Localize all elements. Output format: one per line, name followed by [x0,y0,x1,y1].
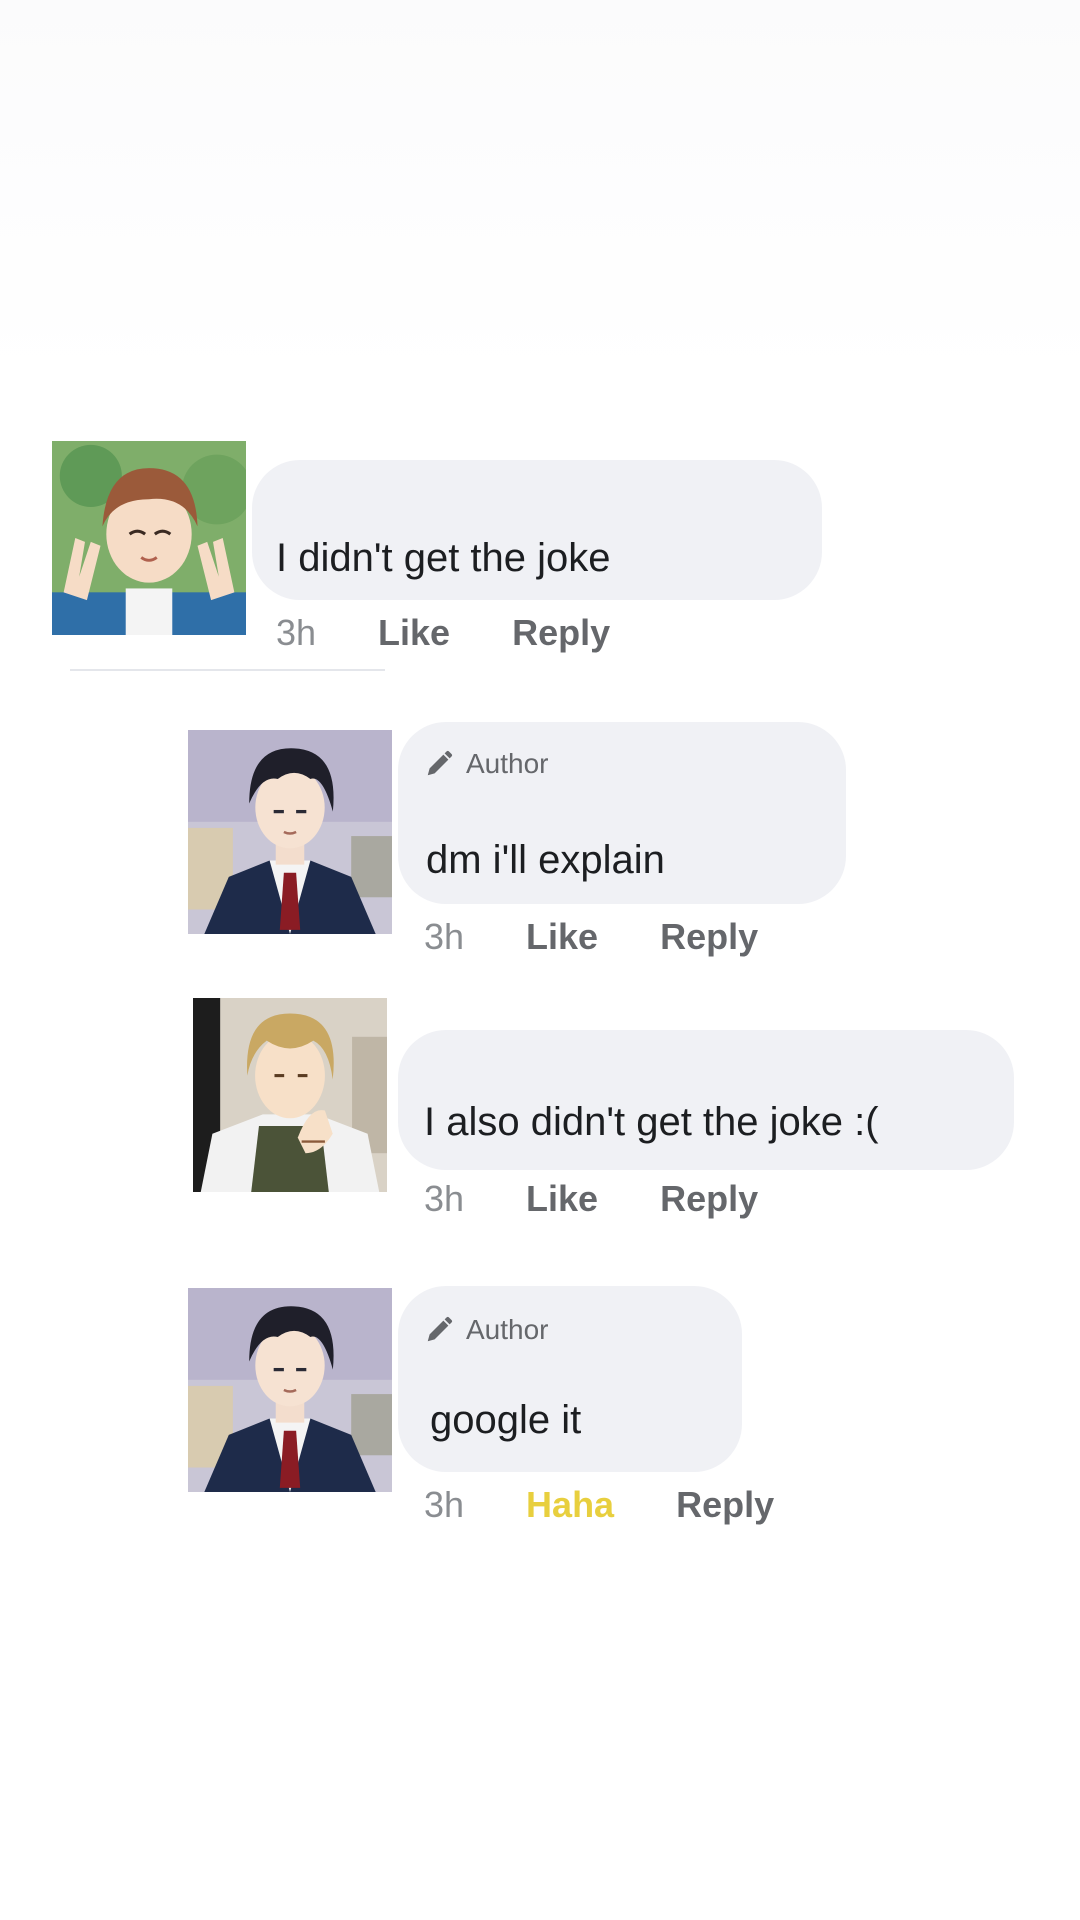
comment-text: I didn't get the joke [276,536,611,580]
author-badge-label: Author [466,748,549,779]
avatar-blond-hair-hand-on-chin-icon [193,998,387,1192]
pencil-icon [427,750,453,776]
comment-text: dm i'll explain [426,838,665,882]
reply-button[interactable]: Reply [512,612,610,654]
comment-timestamp: 3h [424,1484,465,1525]
comment-timestamp: 3h [276,612,317,653]
comment-timestamp: 3h [424,1178,465,1219]
comment-text: google it [430,1398,582,1442]
author-badge-label: Author [466,1314,549,1345]
comment-actions: 3h Like Reply [424,916,758,958]
reply-button[interactable]: Reply [660,1178,758,1220]
comment-actions: 3h Haha Reply [424,1484,774,1526]
like-button[interactable]: Like [526,1178,598,1220]
avatar-dark-hair-blazer-icon [188,730,392,934]
comment-timestamp: 3h [424,916,465,957]
comment-text: I also didn't get the joke :( [424,1100,879,1144]
comment-actions: 3h Like Reply [276,612,610,654]
avatar-dark-hair-blazer-icon [188,1288,392,1492]
avatar-brown-hair-peace-sign-icon [52,441,246,635]
like-button[interactable]: Like [526,916,598,958]
author-badge: Author [424,748,549,780]
avatar[interactable] [188,1288,392,1492]
haha-reaction-button[interactable]: Haha [526,1484,614,1526]
comment-actions: 3h Like Reply [424,1178,758,1220]
avatar[interactable] [188,730,392,934]
divider [70,669,385,671]
avatar[interactable] [52,441,246,635]
author-badge: Author [424,1314,549,1346]
reply-button[interactable]: Reply [676,1484,774,1526]
pencil-icon [427,1316,453,1342]
reply-button[interactable]: Reply [660,916,758,958]
like-button[interactable]: Like [378,612,450,654]
avatar[interactable] [188,998,392,1192]
comment-thread: I didn't get the joke 3h Like Reply Auth… [0,0,1080,1920]
